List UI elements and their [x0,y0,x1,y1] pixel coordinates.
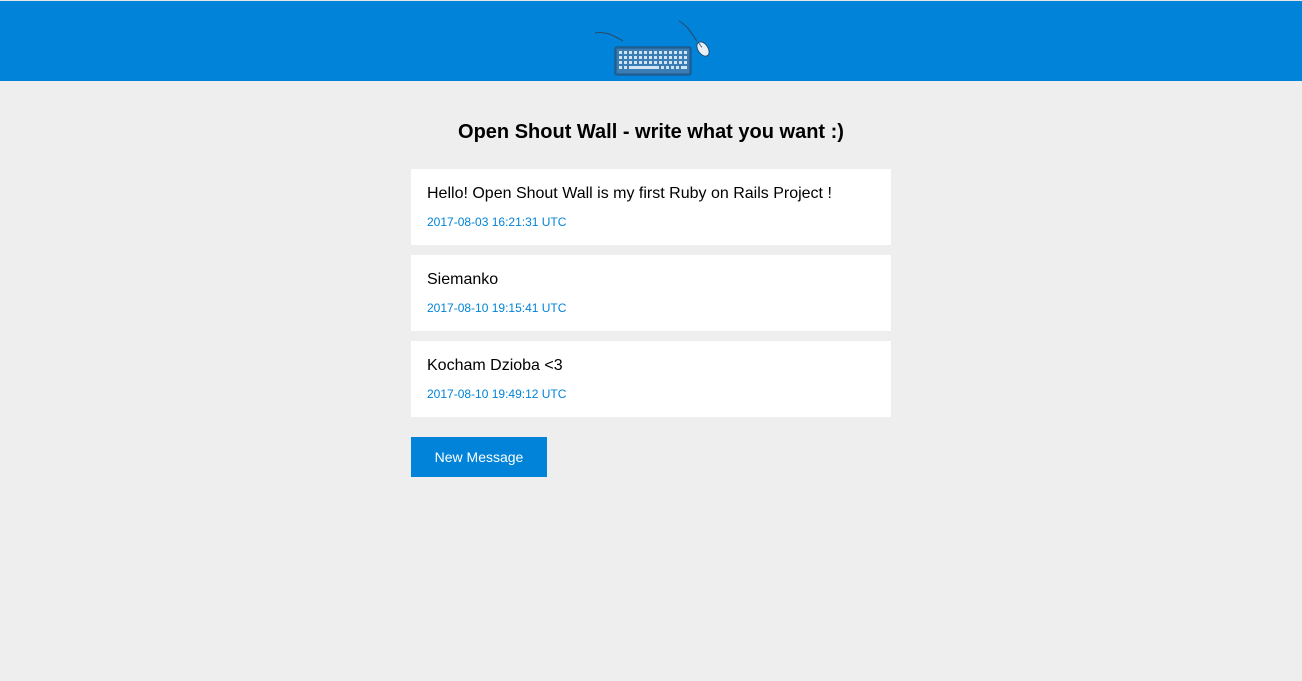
site-header [0,0,1302,81]
message-timestamp: 2017-08-03 16:21:31 UTC [427,215,567,229]
new-message-button[interactable]: New Message [411,437,547,477]
message-card: Siemanko 2017-08-10 19:15:41 UTC [411,255,891,331]
message-card: Kocham Dzioba <3 2017-08-10 19:49:12 UTC [411,341,891,417]
message-text: Kocham Dzioba <3 [427,357,563,374]
keyboard-and-mouse-icon[interactable] [593,17,713,77]
page-title: Open Shout Wall - write what you want :) [458,121,844,143]
message-timestamp: 2017-08-10 19:15:41 UTC [427,301,567,315]
message-text: Siemanko [427,271,499,288]
message-timestamp: 2017-08-10 19:49:12 UTC [427,387,567,401]
message-card: Hello! Open Shout Wall is my first Ruby … [411,169,891,245]
message-text: Hello! Open Shout Wall is my first Ruby … [427,185,832,202]
